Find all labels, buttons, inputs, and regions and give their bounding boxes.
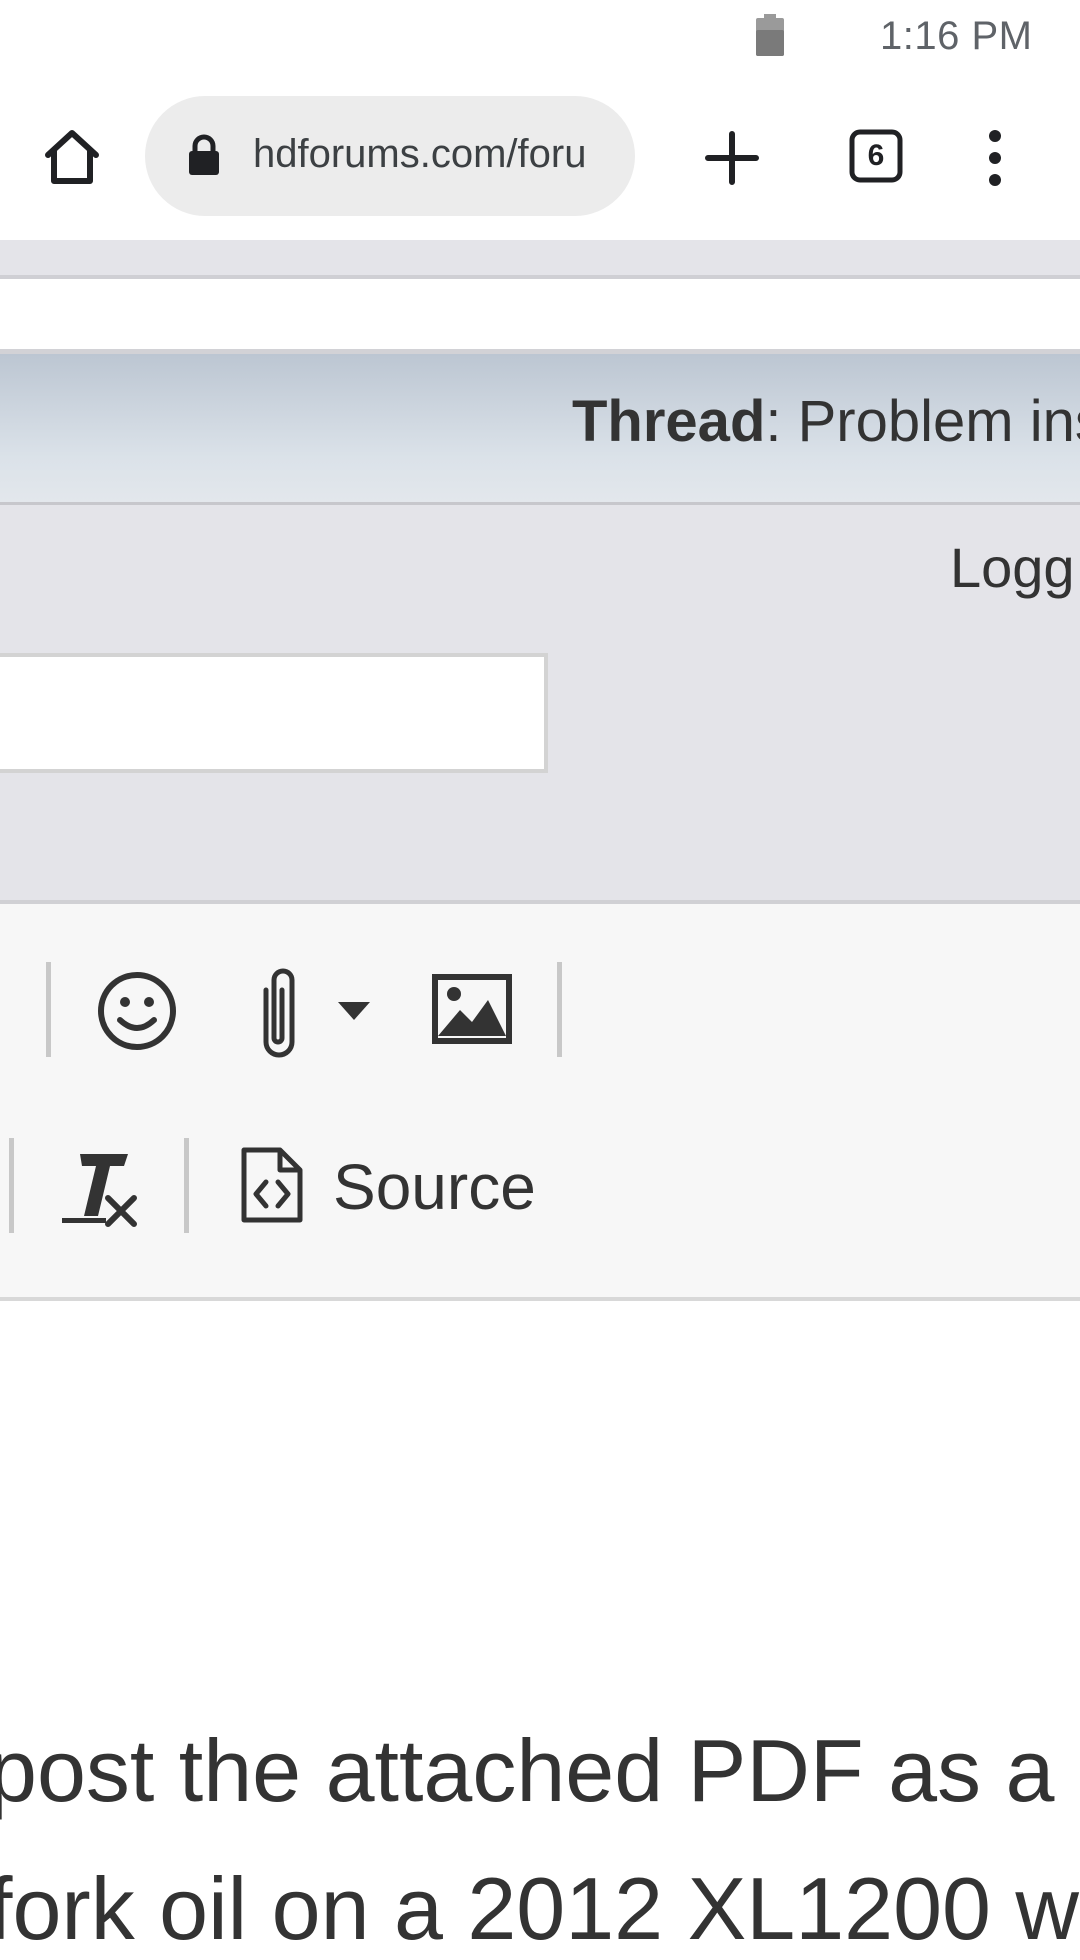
image-icon[interactable] xyxy=(432,974,512,1044)
thread-title-text: : Problem ins xyxy=(765,389,1080,454)
battery-icon xyxy=(756,14,784,56)
toolbar-separator xyxy=(46,962,51,1057)
tab-switcher-button[interactable]: 6 xyxy=(848,128,904,184)
toolbar-separator xyxy=(184,1138,189,1233)
editor-toolbar xyxy=(0,904,1080,1301)
source-label: Source xyxy=(333,1151,536,1223)
tab-count: 6 xyxy=(867,139,885,172)
more-vert-icon[interactable] xyxy=(980,126,1010,190)
lock-icon xyxy=(189,134,219,175)
plus-icon[interactable] xyxy=(700,126,764,190)
editor-content[interactable] xyxy=(0,1301,1080,1920)
status-time: 1:16 PM xyxy=(880,14,1033,58)
source-icon xyxy=(241,1147,303,1223)
home-icon[interactable] xyxy=(40,125,104,189)
toolbar-separator xyxy=(557,962,562,1057)
clear-format-icon[interactable] xyxy=(58,1148,142,1230)
white-band xyxy=(0,279,1080,354)
top-nav-band xyxy=(0,240,1080,279)
logged-in-text: Logg xyxy=(950,536,1075,599)
title-input[interactable] xyxy=(0,653,548,773)
address-bar[interactable]: hdforums.com/foru xyxy=(145,96,635,216)
thread-title: Thread: Problem ins xyxy=(572,388,1080,455)
thread-label: Thread xyxy=(572,389,766,454)
url-text: hdforums.com/foru xyxy=(253,132,587,176)
toolbar-separator xyxy=(9,1138,14,1233)
thread-title-bar: Thread: Problem ins xyxy=(0,354,1080,505)
attachment-icon[interactable] xyxy=(254,962,304,1062)
editor-text-line: post the attached PDF as a p xyxy=(0,1721,1080,1820)
editor-text-line: fork oil on a 2012 XL1200 wi xyxy=(0,1859,1080,1958)
dropdown-arrow-icon[interactable] xyxy=(336,1000,372,1022)
smiley-icon[interactable] xyxy=(96,970,178,1052)
reply-form-area: Logg xyxy=(0,505,1080,904)
